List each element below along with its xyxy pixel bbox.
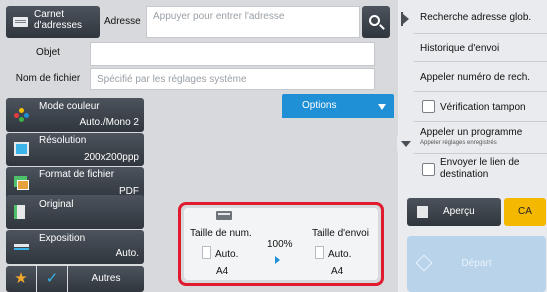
color-mode-button[interactable]: Mode couleur Auto./Mono 2 — [6, 98, 144, 132]
send-destination-link-label: Envoyer le lien de destination — [440, 157, 520, 180]
send-destination-link-toggle[interactable]: Envoyer le lien de destination — [414, 154, 547, 186]
original-title: Original — [39, 199, 74, 210]
star-icon: ★ — [14, 270, 28, 287]
scan-size-value: Auto. — [215, 249, 239, 260]
send-paper-size: A4 — [331, 266, 344, 277]
favorites-button[interactable]: ★ — [6, 266, 36, 292]
file-format-icon — [14, 176, 29, 190]
original-button[interactable]: Original — [6, 195, 144, 229]
search-button[interactable] — [362, 6, 390, 38]
preview-icon — [417, 206, 428, 218]
original-document-icon — [14, 205, 25, 219]
scanner-icon — [216, 211, 232, 220]
scan-document-icon — [202, 246, 211, 259]
exposure-button[interactable]: Exposition Auto. — [6, 230, 144, 264]
send-history-label: Historique d'envoi — [420, 43, 500, 54]
resolution-button[interactable]: Résolution 200x200ppp — [6, 133, 144, 166]
stamp-verification-toggle[interactable]: Vérification tampon — [414, 92, 547, 122]
preview-button[interactable]: Aperçu — [407, 198, 501, 226]
others-button[interactable]: Autres — [68, 266, 144, 292]
global-address-search-button[interactable]: Recherche adresse glob. — [414, 0, 547, 34]
global-address-search-label: Recherche adresse glob. — [420, 12, 532, 23]
filename-label: Nom de fichier — [15, 73, 81, 84]
scale-ratio: 100% — [267, 239, 293, 250]
subject-label: Objet — [36, 47, 60, 58]
address-book-label: Carnet d'adresses — [34, 9, 83, 31]
arrow-right-icon — [275, 256, 280, 264]
file-format-title: Format de fichier — [39, 169, 115, 180]
stamp-verification-label: Vérification tampon — [440, 102, 526, 113]
address-book-icon — [13, 17, 28, 27]
exposure-value: Auto. — [115, 248, 139, 259]
scan-size-title: Taille de num. — [190, 228, 252, 239]
send-history-button[interactable]: Historique d'envoi — [414, 34, 547, 62]
call-search-number-label: Appeler numéro de rech. — [420, 72, 531, 83]
chevron-down-icon — [401, 141, 411, 147]
send-destination-link-checkbox[interactable] — [422, 163, 435, 176]
resolution-title: Résolution — [39, 135, 87, 146]
address-label: Adresse — [104, 16, 141, 27]
options-label: Options — [302, 100, 337, 111]
send-size-title: Taille d'envoi — [312, 228, 369, 239]
search-icon — [369, 15, 380, 26]
clear-all-button[interactable]: CA — [504, 198, 546, 226]
address-input[interactable]: Appuyer pour entrer l'adresse — [146, 6, 360, 38]
send-document-icon — [315, 246, 324, 259]
chevron-down-icon — [378, 104, 386, 110]
exposure-icon — [14, 244, 29, 250]
call-program-sublabel: Appeler réglages enregistrés — [420, 140, 497, 146]
color-mode-title: Mode couleur — [39, 101, 100, 112]
color-mode-value: Auto./Mono 2 — [79, 117, 139, 128]
check-icon: ✓ — [45, 270, 59, 287]
color-palette-icon — [14, 108, 29, 122]
exposure-title: Exposition — [39, 233, 86, 244]
filename-input[interactable]: Spécifié par les réglages système — [90, 68, 375, 90]
resolution-value: 200x200ppp — [83, 152, 139, 163]
address-book-button[interactable]: Carnet d'adresses — [6, 6, 100, 38]
send-size-value: Auto. — [328, 249, 352, 260]
subject-input[interactable] — [90, 42, 375, 66]
call-program-label: Appeler un programme — [420, 127, 523, 138]
call-search-number-button[interactable]: Appeler numéro de rech. — [414, 62, 547, 92]
resolution-icon — [14, 142, 29, 156]
check-settings-button[interactable]: ✓ — [37, 266, 67, 292]
preview-label: Aperçu — [443, 206, 475, 217]
collapse-panel-icon[interactable] — [403, 14, 409, 24]
scan-paper-size: A4 — [216, 266, 229, 277]
options-tab[interactable]: Options — [282, 94, 394, 118]
call-program-button[interactable]: Appeler un programme Appeler réglages en… — [414, 122, 547, 154]
stamp-verification-checkbox[interactable] — [422, 100, 435, 113]
